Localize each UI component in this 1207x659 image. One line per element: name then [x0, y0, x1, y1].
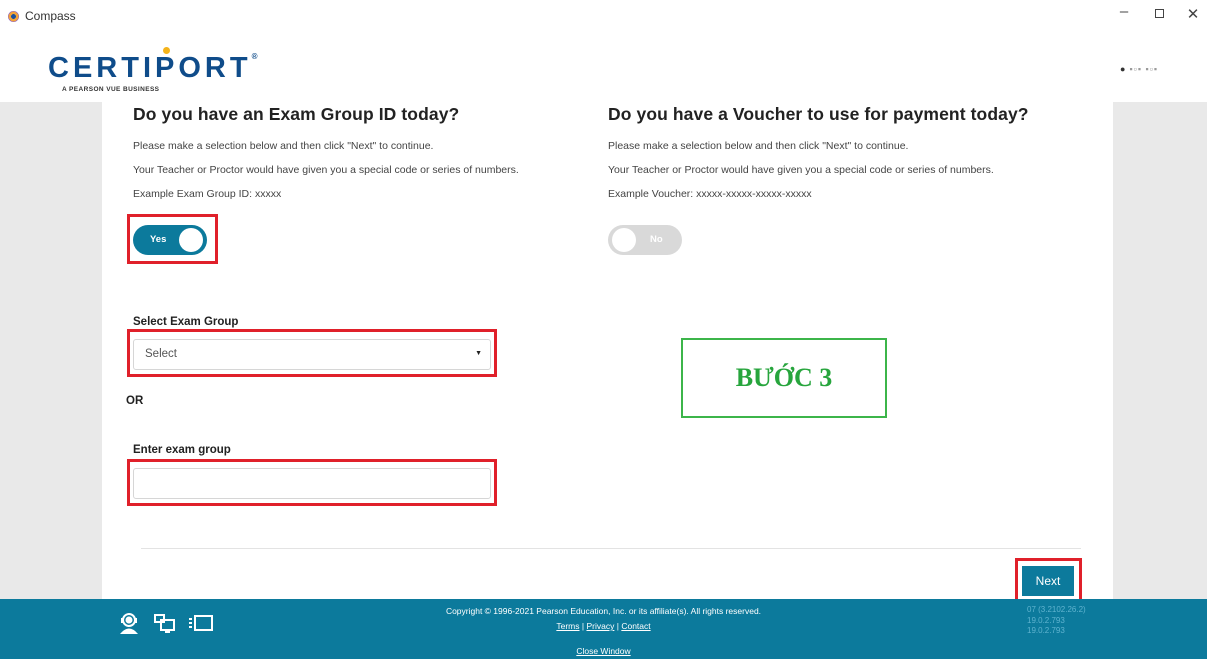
- copyright-text: Copyright © 1996-2021 Pearson Education,…: [445, 606, 762, 616]
- contact-link[interactable]: Contact: [621, 621, 650, 631]
- voucher-example: Example Voucher: xxxxx-xxxxx-xxxxx-xxxxx: [608, 188, 812, 200]
- voucher-instruction: Please make a selection below and then c…: [608, 140, 909, 152]
- divider: [141, 548, 1081, 549]
- privacy-link[interactable]: Privacy: [586, 621, 614, 631]
- step-annotation: BƯỚC 3: [681, 338, 887, 418]
- voucher-section: Do you have a Voucher to use for payment…: [608, 104, 1088, 200]
- voucher-toggle-label: No: [650, 234, 663, 245]
- exam-group-question: Do you have an Exam Group ID today?: [133, 104, 460, 124]
- toggle-knob: [612, 228, 636, 252]
- app-header: CERTIPORT® A PEARSON VUE BUSINESS ● ▪▫▪ …: [0, 34, 1207, 102]
- link-separator: |: [616, 621, 619, 631]
- enter-exam-group-label: Enter exam group: [133, 444, 231, 456]
- logo-dot-icon: [163, 47, 170, 54]
- minimize-button[interactable]: –: [1109, 3, 1139, 20]
- restore-icon: [1154, 9, 1164, 18]
- left-gutter: [0, 102, 102, 599]
- highlight-select: [127, 329, 497, 377]
- logo-subtitle: A PEARSON VUE BUSINESS: [62, 86, 160, 93]
- highlight-yes-toggle: [127, 214, 218, 264]
- voucher-question: Do you have a Voucher to use for payment…: [608, 104, 1029, 124]
- close-window-link[interactable]: Close Window: [0, 646, 1207, 656]
- terms-link[interactable]: Terms: [556, 621, 579, 631]
- voucher-toggle[interactable]: No: [608, 225, 682, 255]
- logo-wordmark: CERTIPORT®: [48, 52, 262, 84]
- right-gutter: [1113, 102, 1207, 599]
- exam-group-section: Do you have an Exam Group ID today? Plea…: [133, 104, 593, 200]
- user-menu[interactable]: ● ▪▫▪ ▪▫▪: [1120, 64, 1158, 74]
- version-line: 19.0.2.793: [1027, 626, 1065, 635]
- window-titlebar: Compass – ✕: [0, 0, 1207, 34]
- exam-group-hint: Your Teacher or Proctor would have given…: [133, 164, 519, 176]
- highlight-input: [127, 459, 497, 506]
- user-name: ▪▫▪ ▪▫▪: [1129, 64, 1159, 74]
- step-label: BƯỚC 3: [735, 363, 833, 392]
- exam-group-example: Example Exam Group ID: xxxxx: [133, 188, 282, 200]
- footer: Copyright © 1996-2021 Pearson Education,…: [0, 599, 1207, 659]
- version-line: 07 (3.2102.26.2): [1027, 605, 1086, 614]
- exam-group-instruction: Please make a selection below and then c…: [133, 140, 434, 152]
- version-line: 19.0.2.793: [1027, 615, 1065, 625]
- or-label: OR: [126, 395, 144, 407]
- version-info: 07 (3.2102.26.2) 19.0.2.793 19.0.2.793: [1027, 605, 1086, 637]
- voucher-hint: Your Teacher or Proctor would have given…: [608, 164, 994, 176]
- close-window-button[interactable]: ✕: [1178, 5, 1207, 23]
- footer-links: Terms | Privacy | Contact: [0, 621, 1207, 631]
- maximize-button[interactable]: [1144, 5, 1174, 22]
- link-separator: |: [581, 621, 585, 631]
- window-title: Compass: [25, 9, 76, 23]
- user-icon: ●: [1120, 64, 1126, 74]
- select-exam-group-label: Select Exam Group: [133, 316, 239, 328]
- compass-app-icon: [8, 11, 19, 22]
- certiport-logo: CERTIPORT® A PEARSON VUE BUSINESS: [48, 47, 262, 98]
- highlight-next: [1015, 558, 1082, 602]
